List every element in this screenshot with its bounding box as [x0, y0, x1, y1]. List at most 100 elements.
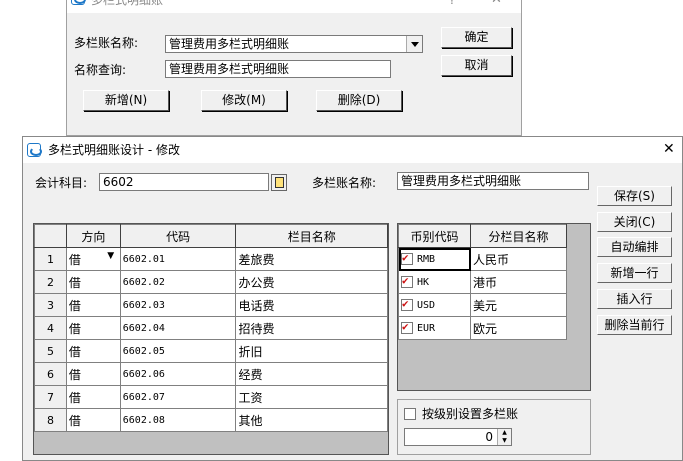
currency-code-cell[interactable]: USD	[398, 293, 471, 317]
currency-checkbox[interactable]	[401, 297, 413, 311]
table-row[interactable]: 8 借 6602.08 其他	[34, 408, 388, 432]
table-row[interactable]: 5 借 6602.05 折旧	[34, 339, 388, 363]
direction-cell[interactable]: 借	[65, 293, 121, 317]
code-cell[interactable]: 6602.07	[119, 385, 237, 409]
column-name-cell[interactable]: 招待费	[235, 316, 388, 340]
column-name-cell[interactable]: 折旧	[235, 339, 388, 363]
row-number[interactable]: 4	[34, 316, 67, 340]
direction-value: 借	[68, 298, 81, 313]
currency-checkbox[interactable]	[401, 320, 413, 334]
column-name-cell[interactable]: 电话费	[235, 293, 388, 317]
column-header-sub-name[interactable]: 分栏目名称	[470, 224, 567, 248]
level-checkbox-label: 按级别设置多栏账	[422, 407, 519, 421]
code-cell[interactable]: 6602.05	[119, 339, 237, 363]
corner-header	[34, 224, 67, 248]
column-header-code[interactable]: 代码	[119, 224, 237, 248]
chevron-down-icon[interactable]: ▼	[104, 251, 118, 261]
insert-row-button[interactable]: 插入行	[597, 289, 672, 309]
level-group: 按级别设置多栏账 0 ▲ ▼	[397, 399, 591, 455]
spin-down-icon[interactable]: ▼	[497, 437, 511, 445]
level-spinner[interactable]: 0 ▲ ▼	[404, 428, 512, 446]
column-header-direction[interactable]: 方向	[65, 224, 121, 248]
account-lookup-button[interactable]	[271, 174, 287, 191]
currency-name-cell[interactable]: 港币	[470, 270, 567, 294]
modify-button[interactable]: 修改(M)	[201, 90, 287, 111]
currency-checkbox[interactable]	[401, 274, 413, 288]
main-close-icon[interactable]: ✕	[663, 141, 675, 157]
chevron-down-icon[interactable]	[406, 36, 422, 52]
direction-cell[interactable]: 借	[65, 362, 121, 386]
direction-cell[interactable]: 借	[65, 385, 121, 409]
column-name-cell[interactable]: 差旅费	[235, 247, 388, 271]
spin-up-icon[interactable]: ▲	[497, 429, 511, 437]
currency-code-cell[interactable]: HK	[398, 270, 471, 294]
row-number[interactable]: 1	[34, 247, 67, 271]
bg-name-label: 多栏账名称:	[74, 36, 139, 50]
column-header-currency-code[interactable]: 币别代码	[398, 224, 471, 248]
add-button[interactable]: 新增(N)	[83, 90, 169, 111]
main-title-bar: 多栏式明细账设计 - 修改 ✕	[23, 137, 682, 163]
currency-code-cell[interactable]: RMB	[398, 247, 471, 271]
code-cell[interactable]: 6602.03	[119, 293, 237, 317]
direction-cell[interactable]: 借	[65, 339, 121, 363]
add-row-button[interactable]: 新增一行	[597, 263, 672, 283]
table-row[interactable]: HK 港币	[398, 270, 567, 294]
currency-code-cell[interactable]: EUR	[398, 316, 471, 340]
table-row[interactable]: EUR 欧元	[398, 316, 567, 340]
column-name-cell[interactable]: 其他	[235, 408, 388, 432]
delete-current-row-button[interactable]: 删除当前行	[597, 315, 672, 335]
account-input[interactable]: 6602	[99, 173, 269, 191]
app-icon	[27, 143, 42, 157]
row-number[interactable]: 5	[34, 339, 67, 363]
bg-name-select-value: 管理费用多栏式明细账	[169, 37, 290, 51]
table-row[interactable]: 7 借 6602.07 工资	[34, 385, 388, 409]
code-cell[interactable]: 6602.04	[119, 316, 237, 340]
currency-name-cell[interactable]: 人民币	[470, 247, 567, 271]
column-header-name[interactable]: 栏目名称	[235, 224, 388, 248]
currency-checkbox[interactable]	[401, 251, 413, 265]
close-button[interactable]: 关闭(C)	[597, 212, 672, 232]
level-checkbox[interactable]	[404, 408, 416, 420]
bg-name-select[interactable]: 管理费用多栏式明细账	[165, 35, 423, 53]
currency-table: 币别代码 分栏目名称 RMB 人民币 HK 港币 USD 美元 EUR 欧元	[398, 224, 567, 340]
row-number[interactable]: 3	[34, 293, 67, 317]
column-name-cell[interactable]: 经费	[235, 362, 388, 386]
table-row[interactable]: 3 借 6602.03 电话费	[34, 293, 388, 317]
bg-query-input[interactable]: 管理费用多栏式明细账	[165, 60, 391, 78]
code-cell[interactable]: 6602.02	[119, 270, 237, 294]
direction-cell[interactable]: 借	[65, 408, 121, 432]
table-row[interactable]: 6 借 6602.06 经费	[34, 362, 388, 386]
row-number[interactable]: 6	[34, 362, 67, 386]
cancel-button[interactable]: 取消	[441, 55, 512, 76]
currency-name-cell[interactable]: 美元	[470, 293, 567, 317]
direction-value: 借	[68, 321, 81, 336]
delete-button[interactable]: 删除(D)	[316, 90, 402, 111]
column-name-cell[interactable]: 工资	[235, 385, 388, 409]
direction-cell[interactable]: 借	[65, 316, 121, 340]
table-row[interactable]: 2 借 6602.02 办公费	[34, 270, 388, 294]
row-number[interactable]: 7	[34, 385, 67, 409]
table-row[interactable]: 4 借 6602.04 招待费	[34, 316, 388, 340]
table-row[interactable]: 1 借 ▼ 6602.01 差旅费	[34, 247, 388, 271]
currency-code: USD	[417, 300, 436, 311]
multi-name-input[interactable]: 管理费用多栏式明细账	[397, 172, 589, 190]
background-dialog: 多栏式明细账 ? ✕ 多栏账名称: 管理费用多栏式明细账 确定 取消 名称查询:…	[66, 0, 522, 136]
currency-code: HK	[417, 277, 430, 288]
bg-close-icon[interactable]: ✕	[491, 0, 502, 8]
code-cell[interactable]: 6602.06	[119, 362, 237, 386]
currency-name-cell[interactable]: 欧元	[470, 316, 567, 340]
direction-value: 借	[68, 367, 81, 382]
row-number[interactable]: 2	[34, 270, 67, 294]
direction-cell[interactable]: 借 ▼	[65, 247, 121, 271]
help-icon[interactable]: ?	[449, 0, 455, 8]
table-row[interactable]: RMB 人民币	[398, 247, 567, 271]
row-number[interactable]: 8	[34, 408, 67, 432]
ok-button[interactable]: 确定	[441, 27, 512, 48]
code-cell[interactable]: 6602.01	[119, 247, 237, 271]
direction-cell[interactable]: 借	[65, 270, 121, 294]
auto-arrange-button[interactable]: 自动编排	[597, 237, 672, 257]
column-name-cell[interactable]: 办公费	[235, 270, 388, 294]
table-row[interactable]: USD 美元	[398, 293, 567, 317]
save-button[interactable]: 保存(S)	[597, 186, 672, 206]
code-cell[interactable]: 6602.08	[119, 408, 237, 432]
